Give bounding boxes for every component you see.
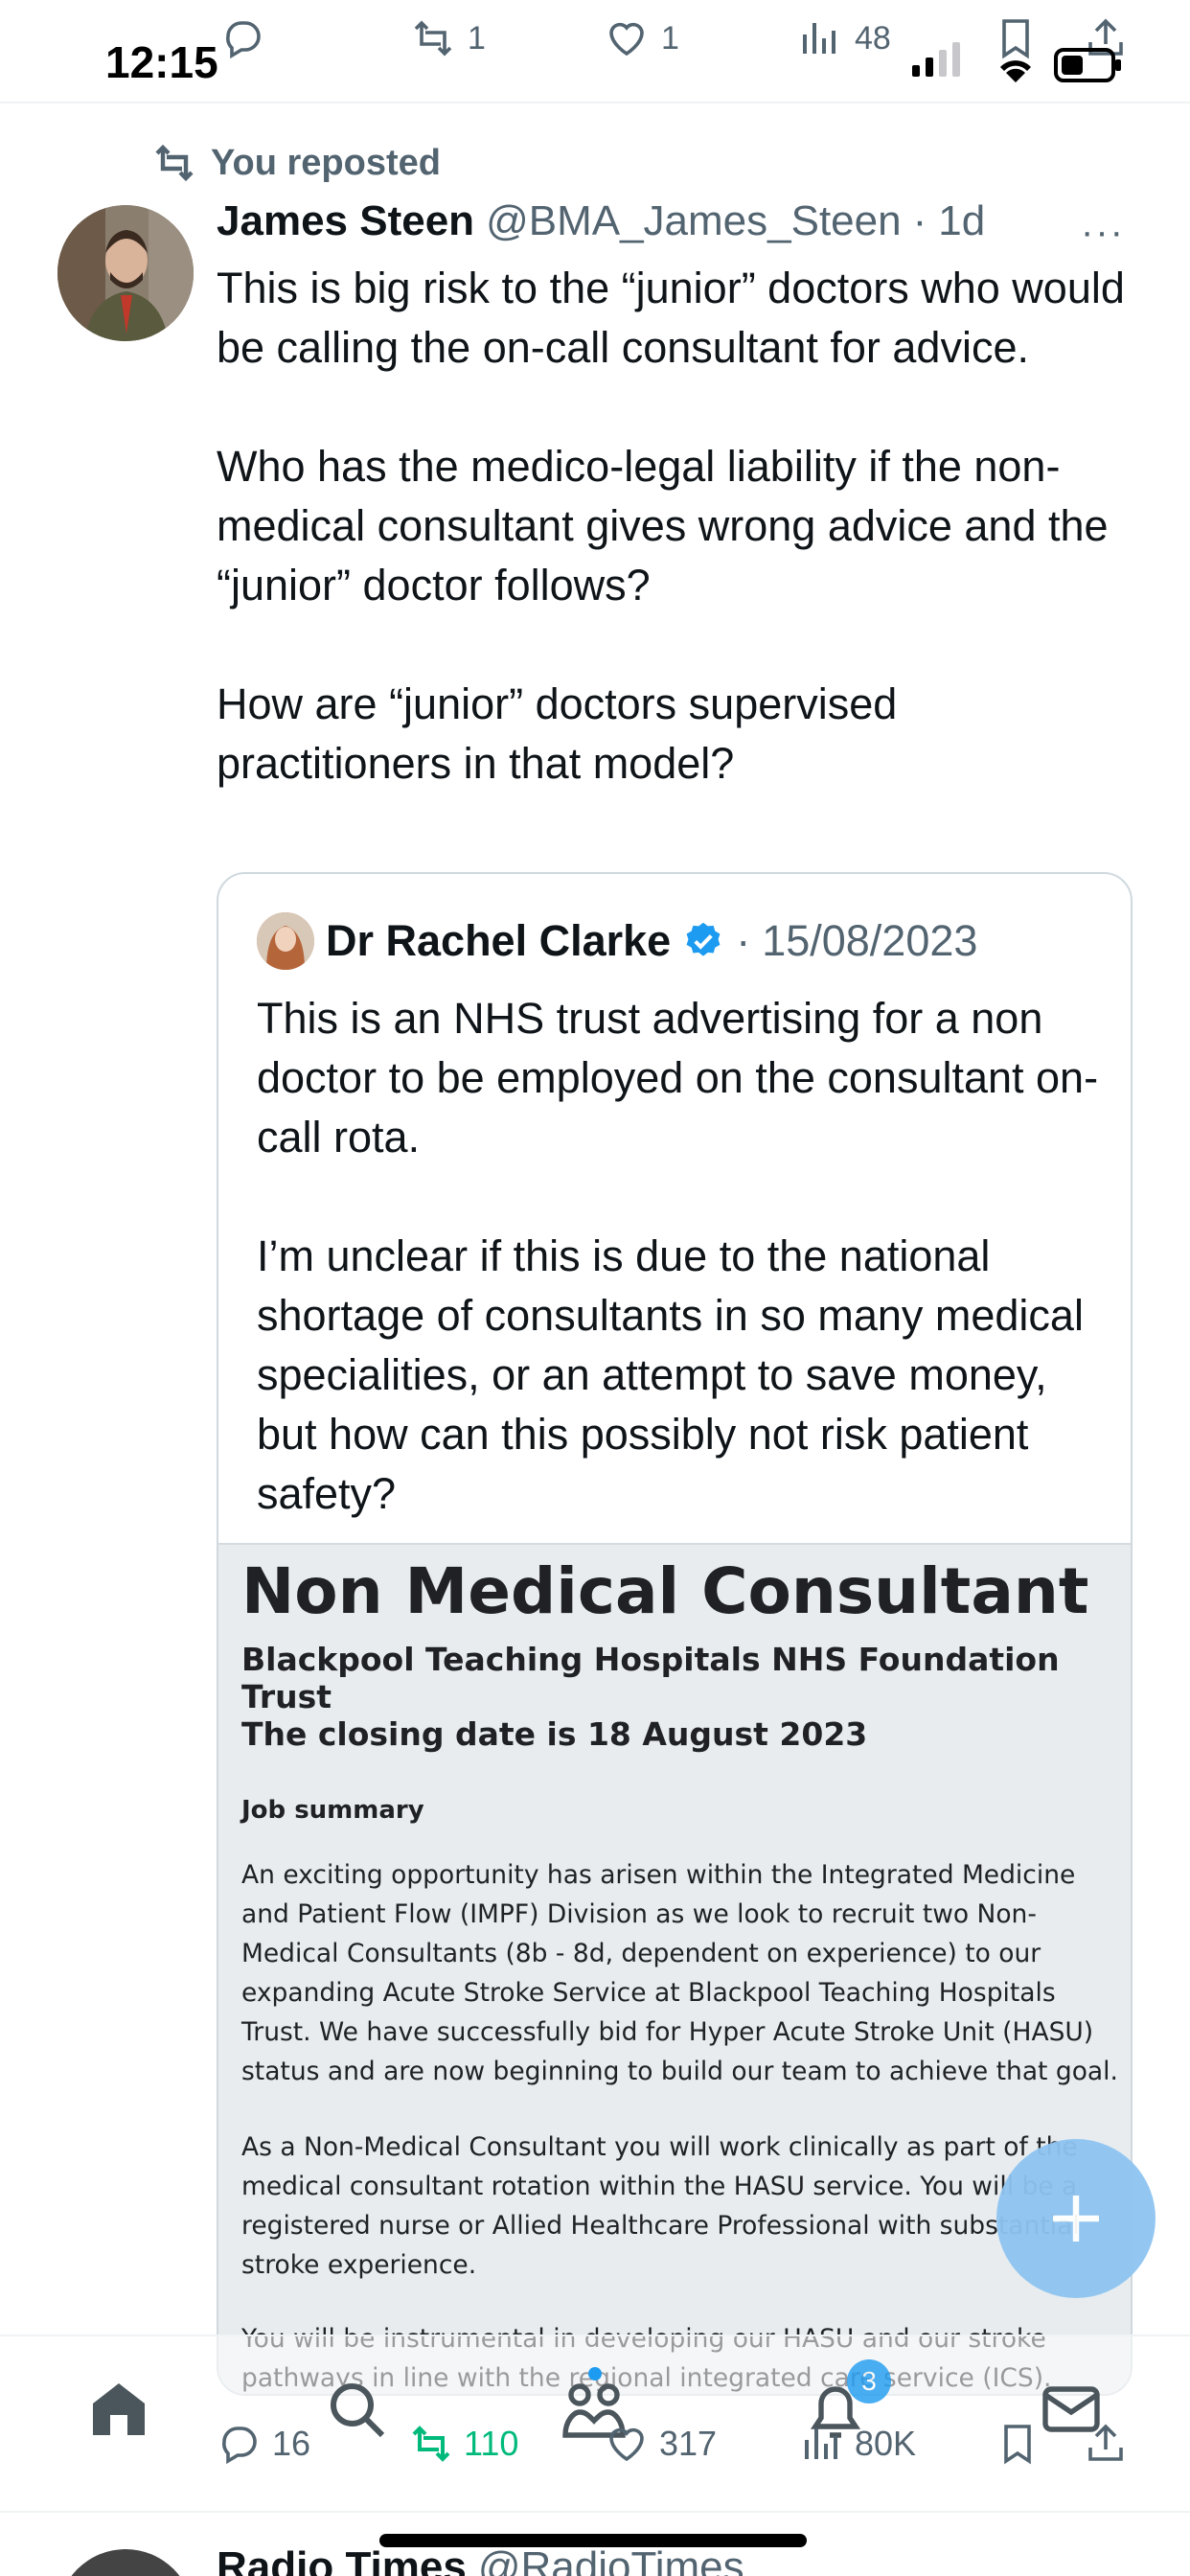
next-author-handle[interactable]: @RadioTimes — [478, 2543, 744, 2576]
views-button[interactable]: 80K — [799, 2421, 916, 2467]
tweet-header: James Steen @BMA_James_Steen · 1d — [217, 197, 1136, 245]
verified-badge-icon — [686, 922, 721, 956]
top-views-button[interactable]: 48 — [797, 15, 891, 61]
repost-label: You reposted — [211, 142, 441, 183]
views-count: 80K — [855, 2424, 917, 2463]
retweet-icon — [412, 2426, 450, 2462]
quoted-tweet[interactable]: Dr Rachel Clarke · 15/08/2023 This is an… — [217, 872, 1133, 2396]
top-bookmark-button[interactable] — [993, 15, 1039, 61]
reply-icon — [226, 21, 261, 59]
repost-button[interactable]: 110 — [408, 2421, 518, 2467]
views-icon — [805, 2428, 837, 2459]
views-icon — [803, 23, 835, 54]
share-icon — [1088, 2424, 1123, 2461]
tweet-divider — [0, 2511, 1190, 2513]
home-icon — [93, 2383, 145, 2435]
notifications-badge: 3 — [847, 2359, 891, 2404]
share-button[interactable] — [1083, 2421, 1129, 2467]
job-advert-image[interactable]: Non Medical Consultant Blackpool Teachin… — [218, 1543, 1131, 2394]
battery-icon — [1054, 48, 1123, 82]
job-trust: Blackpool Teaching Hospitals NHS Foundat… — [241, 1641, 1060, 1715]
tweet-actions: 16 110 317 80K — [217, 2421, 1136, 2478]
retweet-icon — [155, 144, 194, 182]
reply-icon — [222, 2426, 257, 2465]
top-like-count: 1 — [661, 19, 679, 57]
reply-count: 16 — [272, 2424, 311, 2463]
plus-icon — [1053, 2196, 1099, 2242]
bookmark-icon — [1004, 2425, 1031, 2465]
like-button[interactable]: 317 — [604, 2421, 717, 2467]
top-retweet-button[interactable]: 1 — [410, 15, 486, 61]
repost-count: 110 — [464, 2424, 519, 2463]
home-indicator[interactable] — [379, 2534, 807, 2547]
quote-text: This is an NHS trust advertising for a n… — [257, 994, 1099, 1518]
communities-dot — [588, 2367, 602, 2380]
tweet-text: This is big risk to the “junior” doctors… — [217, 264, 1125, 788]
job-title: Non Medical Consultant — [241, 1554, 1089, 1628]
quote-author-name: Dr Rachel Clarke — [326, 916, 672, 965]
tab-home[interactable] — [84, 2375, 153, 2444]
next-tweet-header: Radio Times @RadioTimes — [217, 2543, 744, 2576]
tweet-age: 1d — [938, 197, 986, 244]
job-summary-heading: Job summary — [241, 1796, 424, 1825]
top-retweet-count: 1 — [468, 19, 486, 57]
bookmark-icon — [1002, 19, 1029, 59]
more-options-button[interactable]: ··· — [1081, 211, 1125, 254]
quote-avatar — [257, 912, 314, 970]
next-author-name[interactable]: Radio Times — [217, 2543, 467, 2576]
compose-button[interactable] — [996, 2139, 1156, 2298]
top-reply-button[interactable] — [220, 15, 266, 61]
author-handle[interactable]: @BMA_James_Steen — [486, 197, 902, 245]
top-views-count: 48 — [855, 19, 891, 57]
signal-icon — [912, 42, 966, 77]
top-like-button[interactable]: 1 — [604, 15, 679, 61]
top-bar: 12:15 1 1 48 — [0, 0, 1190, 104]
heart-icon — [609, 2427, 644, 2462]
separator: · — [912, 197, 927, 244]
heart-icon — [609, 22, 644, 57]
quote-header: Dr Rachel Clarke · 15/08/2023 — [257, 912, 977, 970]
wifi-icon — [996, 56, 1035, 84]
bookmark-button[interactable] — [995, 2421, 1041, 2467]
clock: 12:15 — [105, 37, 218, 87]
like-count: 317 — [659, 2424, 718, 2463]
quote-separator: · — [736, 916, 751, 965]
job-paragraph-2: As a Non-Medical Consultant you will wor… — [241, 2132, 1080, 2280]
author-name[interactable]: James Steen — [217, 197, 474, 245]
next-tweet-avatar[interactable] — [57, 2549, 194, 2576]
retweet-icon — [414, 20, 452, 57]
job-paragraph-1: An exciting opportunity has arisen withi… — [241, 1860, 1118, 2086]
quote-date: 15/08/2023 — [762, 916, 978, 965]
repost-indicator: You reposted — [151, 140, 441, 186]
avatar[interactable] — [57, 205, 194, 341]
job-closing-date: The closing date is 18 August 2023 — [241, 1715, 868, 1753]
reply-button[interactable]: 16 — [217, 2421, 310, 2467]
